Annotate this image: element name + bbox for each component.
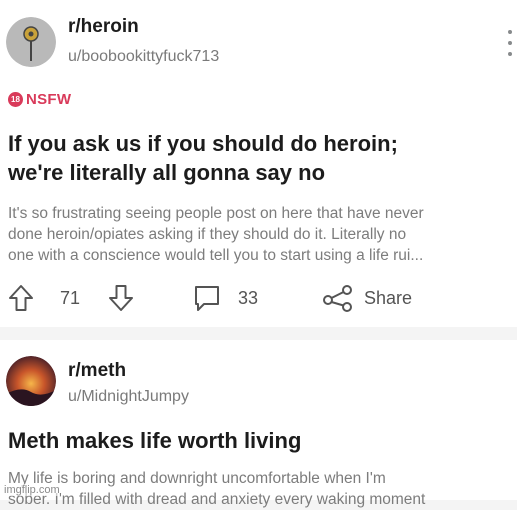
nsfw-tag: 18 NSFW xyxy=(8,91,71,108)
upvote-icon xyxy=(9,285,33,311)
post-card-heroin[interactable]: r/heroin u/boobookittyfuck713 18 NSFW If… xyxy=(0,0,517,327)
nsfw-label: NSFW xyxy=(26,91,72,108)
vote-count: 71 xyxy=(60,280,80,316)
subreddit-name[interactable]: r/heroin xyxy=(68,16,139,38)
post-author[interactable]: u/MidnightJumpy xyxy=(68,388,189,406)
post-card-meth[interactable]: r/meth u/MidnightJumpy Meth makes life w… xyxy=(0,340,517,508)
subreddit-avatar[interactable] xyxy=(6,356,56,406)
post-title[interactable]: If you ask us if you should do heroin; w… xyxy=(8,129,508,187)
vote-count-text: 71 xyxy=(60,287,81,308)
post-body-line: one with a conscience would tell you to … xyxy=(8,247,424,264)
subreddit-avatar[interactable] xyxy=(6,17,56,67)
watermark: imgflip.com xyxy=(4,484,60,496)
comment-icon xyxy=(195,286,219,311)
nsfw-18-icon: 18 xyxy=(8,92,23,107)
post-body-line: It's so frustrating seeing people post o… xyxy=(8,205,424,222)
subreddit-name[interactable]: r/meth xyxy=(68,360,126,382)
share-label: Share xyxy=(364,287,413,308)
more-options-icon[interactable] xyxy=(507,30,513,56)
share-icon xyxy=(323,285,352,312)
post-author[interactable]: u/boobookittyfuck713 xyxy=(68,48,219,66)
post-title-line: we're literally all gonna say no xyxy=(8,160,326,185)
post-body-preview[interactable]: It's so frustrating seeing people post o… xyxy=(8,203,513,266)
post-body-line: My life is boring and downright uncomfor… xyxy=(8,470,386,487)
downvote-icon xyxy=(109,285,133,311)
comment-count: 33 xyxy=(238,287,259,308)
comments-button[interactable]: 33 xyxy=(192,280,258,316)
post-body-preview[interactable]: My life is boring and downright uncomfor… xyxy=(8,468,513,510)
upvote-button[interactable] xyxy=(8,280,34,316)
share-button[interactable]: Share xyxy=(322,280,412,316)
post-body-line: done heroin/opiates asking if they shoul… xyxy=(8,226,407,243)
post-action-bar: 71 33 Share xyxy=(0,280,517,316)
downvote-button[interactable] xyxy=(108,280,134,316)
post-title[interactable]: Meth makes life worth living xyxy=(8,426,508,455)
post-title-line: If you ask us if you should do heroin; xyxy=(8,131,398,156)
